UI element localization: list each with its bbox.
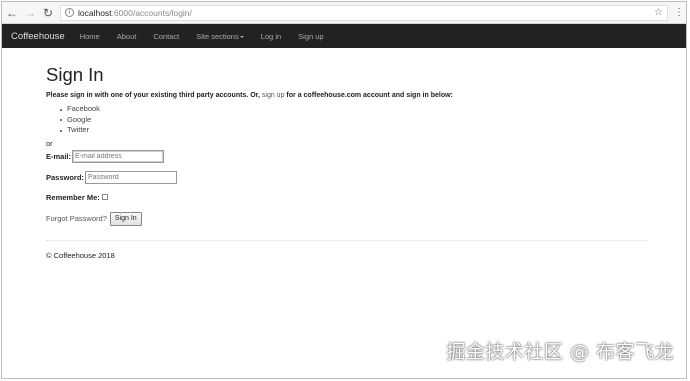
reload-icon[interactable]: ↻ [42, 7, 54, 19]
nav-contact[interactable]: Contact [153, 32, 179, 41]
nav-site-sections-dropdown[interactable]: Site sections [196, 32, 244, 41]
address-bar[interactable]: i localhost:6000/accounts/login/ ☆ [60, 4, 668, 21]
remember-row: Remember Me: [46, 193, 646, 202]
nav-home[interactable]: Home [80, 32, 100, 41]
provider-list: Facebook Google Twitter [60, 104, 646, 136]
form-actions: Forgot Password? Sign In [46, 211, 646, 226]
nav-site-sections-label: Site sections [196, 31, 239, 41]
provider-google-link[interactable]: Google [60, 115, 646, 126]
nav-sign-up[interactable]: Sign up [298, 32, 323, 41]
forgot-password-link[interactable]: Forgot Password? [46, 214, 107, 223]
caret-down-icon [239, 35, 244, 38]
footer-copyright: © Coffeehouse 2018 [46, 251, 115, 260]
intro-before: Please sign in with one of your existing… [46, 92, 262, 99]
sign-in-button[interactable]: Sign In [109, 211, 142, 226]
back-icon[interactable]: ← [6, 7, 18, 19]
sign-up-link[interactable]: sign up [262, 92, 285, 99]
remember-me-checkbox[interactable] [101, 194, 108, 200]
nav-log-in[interactable]: Log in [261, 32, 281, 41]
email-field[interactable] [72, 149, 165, 163]
password-label: Password: [46, 172, 84, 182]
page-title: Sign In [46, 64, 104, 85]
url-path: :6000/accounts/login/ [111, 7, 192, 18]
or-text: or [46, 138, 53, 148]
email-row: E-mail: [46, 149, 646, 163]
email-label: E-mail: [46, 151, 72, 161]
forward-icon[interactable]: → [24, 7, 36, 19]
password-row: Password: [46, 170, 646, 184]
main-content: Sign In Please sign in with one of your … [46, 64, 646, 226]
footer-divider [46, 240, 648, 241]
url-host: localhost [78, 7, 112, 18]
password-field[interactable] [84, 170, 177, 184]
star-icon[interactable]: ☆ [654, 7, 663, 18]
menu-dots-icon[interactable]: ⋮ [674, 7, 684, 18]
brand-link[interactable]: Coffeehouse [11, 31, 65, 42]
provider-twitter-link[interactable]: Twitter [60, 125, 646, 136]
watermark: 掘金技术社区 @ 布客飞龙 [446, 341, 674, 363]
nav-about[interactable]: About [117, 32, 137, 41]
provider-facebook-link[interactable]: Facebook [60, 104, 646, 115]
browser-toolbar: ← → ↻ i localhost:6000/accounts/login/ ☆… [2, 2, 686, 24]
remember-label: Remember Me: [46, 192, 100, 202]
intro-text: Please sign in with one of your existing… [46, 92, 646, 99]
info-icon[interactable]: i [65, 8, 74, 17]
browser-window: ← → ↻ i localhost:6000/accounts/login/ ☆… [1, 1, 687, 379]
site-navbar: Coffeehouse Home About Contact Site sect… [2, 24, 686, 48]
intro-after: for a coffeehouse.com account and sign i… [284, 92, 453, 99]
